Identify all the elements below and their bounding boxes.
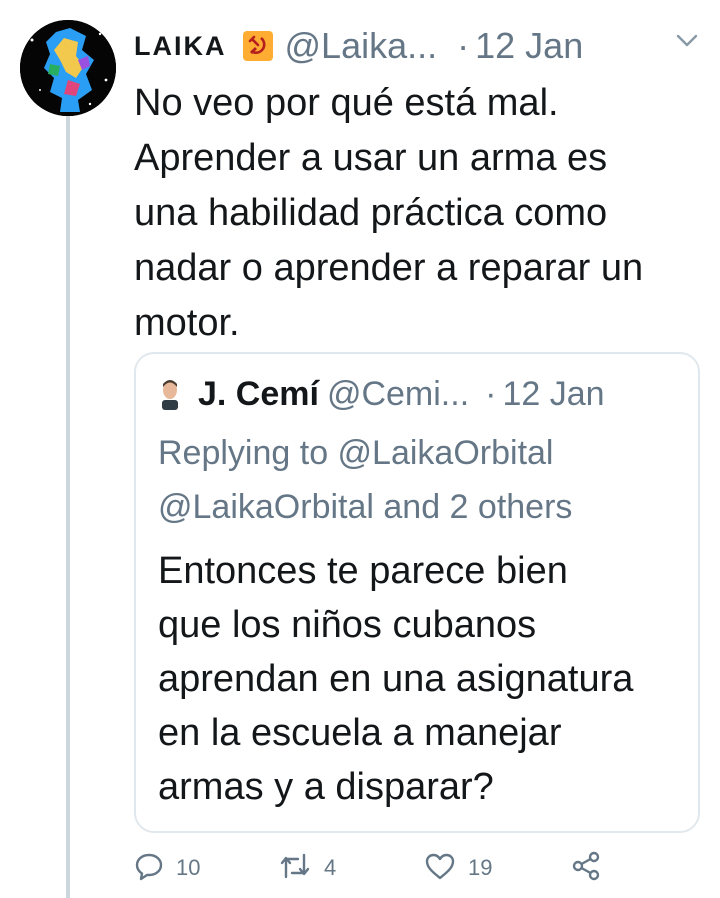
replying-to-line[interactable]: Replying to @LaikaOrbital xyxy=(158,426,688,480)
share-icon xyxy=(570,850,602,887)
replying-to-line[interactable]: @LaikaOrbital and 2 others xyxy=(158,480,688,534)
quoted-author-handle[interactable]: @Cemi... xyxy=(327,375,469,414)
heart-icon xyxy=(424,851,456,886)
replying-to: Replying to @LaikaOrbital @LaikaOrbital … xyxy=(158,426,688,534)
share-button[interactable] xyxy=(570,848,602,888)
tweet-text-line: No veo por qué está mal. xyxy=(134,82,559,124)
quoted-avatar[interactable] xyxy=(158,378,182,410)
tweet-text-line: Aprender a usar un arma es xyxy=(134,137,608,179)
quoted-text-line: Entonces te parece bien xyxy=(158,550,568,592)
quoted-text-line: que los niños cubanos xyxy=(158,604,537,646)
quoted-text-line: en la escuela a manejar xyxy=(158,712,562,754)
tweet-text-line: una habilidad práctica como xyxy=(134,192,608,234)
tweet-header: LAIKA @Laika... · 12 Jan xyxy=(134,24,704,68)
quoted-tweet[interactable]: J. Cemí @Cemi... · 12 Jan Replying to @L… xyxy=(134,352,700,833)
retweet-count: 4 xyxy=(324,855,337,880)
hammer-and-sickle-icon xyxy=(242,31,273,61)
thread-line xyxy=(66,116,70,898)
tweet-text-line: nadar o aprender a reparar un xyxy=(134,247,644,289)
separator-dot: · xyxy=(457,25,470,66)
avatar[interactable] xyxy=(20,20,116,116)
quoted-tweet-date[interactable]: 12 Jan xyxy=(502,375,604,414)
retweet-icon xyxy=(278,851,312,886)
like-count: 19 xyxy=(468,855,493,880)
quoted-tweet-header: J. Cemí @Cemi... · 12 Jan xyxy=(158,372,605,416)
reply-count: 10 xyxy=(176,855,201,880)
author-handle[interactable]: @Laika... xyxy=(285,25,438,67)
retweet-button[interactable]: 4 xyxy=(278,848,336,888)
quoted-tweet-text: Entonces te parece bien que los niños cu… xyxy=(158,544,688,814)
tweet-actions: 10 4 19 xyxy=(134,848,714,888)
quoted-text-line: armas y a disparar? xyxy=(158,766,494,808)
author-name[interactable]: LAIKA xyxy=(134,31,227,62)
avatar-artwork xyxy=(20,20,116,116)
reply-button[interactable]: 10 xyxy=(134,848,200,888)
tweet-date[interactable]: 12 Jan xyxy=(475,25,583,67)
quoted-text-line: aprendan en una asignatura xyxy=(158,658,634,700)
separator-dot: · xyxy=(485,374,497,413)
quoted-author-name[interactable]: J. Cemí xyxy=(198,375,319,414)
reply-icon xyxy=(134,851,164,886)
chevron-down-icon[interactable] xyxy=(676,34,714,53)
tweet-text-line: motor. xyxy=(134,302,240,344)
tweet-text: No veo por qué está mal. Aprender a usar… xyxy=(134,76,704,351)
like-button[interactable]: 19 xyxy=(424,848,492,888)
